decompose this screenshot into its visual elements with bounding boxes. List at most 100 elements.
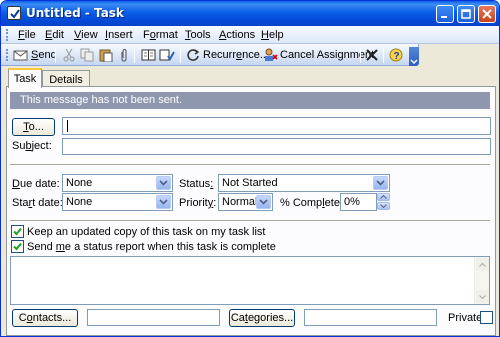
toolbar-options-button[interactable] [409, 47, 419, 66]
cut-button[interactable] [62, 47, 76, 63]
status-label: Status: [179, 178, 214, 190]
divider [10, 164, 490, 166]
close-button[interactable] [478, 5, 496, 23]
delete-button[interactable] [366, 47, 378, 63]
menu-tools[interactable]: Tools [185, 29, 211, 41]
notes-scrollbar[interactable] [474, 257, 489, 304]
menu-bar: File Edit View Insert Format Tools Actio… [1, 26, 499, 44]
copy-icon [80, 48, 94, 62]
notes-textarea[interactable] [10, 256, 490, 305]
chevron-down-icon [410, 59, 418, 64]
contacts-field[interactable] [87, 309, 220, 326]
chevron-down-icon[interactable] [373, 176, 388, 190]
recurrence-icon [187, 49, 200, 61]
task-window: Untitled - Task File Edit View Insert Fo… [0, 0, 500, 337]
cancel-assignment-button[interactable]: Cancel Assignment [264, 47, 374, 63]
paste-icon [99, 49, 113, 62]
status-report-label: Send me a status report when this task i… [27, 241, 276, 253]
menu-grip[interactable] [6, 29, 8, 41]
to-button-label: o... [28, 121, 44, 133]
percent-complete-spinner[interactable] [377, 193, 390, 211]
categories-button[interactable]: Categories... [229, 309, 295, 327]
send-icon [13, 50, 28, 61]
chevron-down-icon[interactable] [156, 176, 171, 190]
recurrence-label: Recurr [203, 49, 237, 61]
menu-file[interactable]: File [18, 29, 36, 41]
check-names-button[interactable] [159, 47, 175, 63]
due-date-label: Due date: [12, 178, 60, 190]
help-button[interactable]: ? [389, 47, 403, 63]
spin-up-icon[interactable] [377, 193, 390, 201]
menu-actions[interactable]: Actions [219, 29, 255, 41]
contacts-button[interactable]: Contacts... [12, 309, 78, 327]
categories-field[interactable] [304, 309, 437, 326]
percent-complete-field[interactable]: 0% [340, 193, 377, 211]
scroll-down-icon[interactable] [476, 290, 489, 303]
menu-format[interactable]: Format [143, 29, 178, 41]
status-dropdown[interactable]: Not Started [218, 174, 390, 192]
subject-label: Subject: [12, 140, 52, 152]
keep-copy-checkbox[interactable] [11, 225, 24, 238]
title-bar[interactable]: Untitled - Task [1, 1, 499, 26]
menu-view[interactable]: View [74, 29, 98, 41]
address-book-button[interactable] [141, 47, 156, 63]
text-cursor [67, 120, 68, 132]
divider [10, 220, 490, 222]
paste-button[interactable] [99, 47, 113, 63]
attach-button[interactable] [119, 47, 129, 63]
window-title: Untitled - Task [26, 6, 124, 20]
priority-label: Priority: [179, 197, 217, 209]
priority-value: Normal [222, 196, 258, 208]
start-date-label: Start date: [12, 197, 63, 209]
subject-field[interactable] [62, 138, 491, 155]
minimize-button[interactable] [436, 5, 454, 23]
svg-text:?: ? [394, 51, 400, 62]
check-names-icon [159, 49, 175, 61]
tab-task[interactable]: Task [8, 68, 42, 88]
help-icon: ? [389, 48, 403, 62]
toolbar-separator [360, 47, 361, 63]
status-value: Not Started [222, 177, 278, 189]
contacts-button-label: C [18, 312, 27, 324]
status-report-checkbox[interactable] [11, 240, 24, 253]
percent-complete-label: % Complete: [280, 197, 343, 209]
info-bar: This message has not been sent. [10, 92, 490, 109]
maximize-button[interactable] [457, 5, 475, 23]
toolbar-separator [134, 47, 135, 63]
tab-details-label: Details [49, 73, 83, 86]
address-book-icon [141, 49, 156, 61]
chevron-down-icon[interactable] [256, 195, 271, 209]
scroll-up-icon[interactable] [476, 258, 489, 271]
toolbar-grip[interactable] [6, 49, 8, 61]
recurrence-button[interactable]: Recurrence... [186, 47, 269, 63]
menu-edit[interactable]: Edit [45, 29, 64, 41]
categories-button-rest: egories... [247, 312, 294, 324]
spin-down-icon[interactable] [377, 202, 390, 210]
menu-help[interactable]: Help [261, 29, 284, 41]
send-button[interactable]: Send [13, 47, 57, 63]
chevron-down-icon[interactable] [156, 195, 171, 209]
send-label: end [38, 49, 57, 61]
start-date-value: None [66, 196, 93, 208]
tab-task-label: Task [13, 73, 37, 85]
toolbar-separator [55, 47, 56, 63]
delete-icon [366, 49, 378, 61]
maximize-icon [461, 9, 471, 19]
priority-dropdown[interactable]: Normal [218, 193, 273, 211]
to-button[interactable]: To... [12, 118, 55, 136]
due-date-value: None [66, 177, 93, 189]
private-label: Private [448, 312, 483, 324]
copy-button[interactable] [80, 47, 94, 63]
attach-icon [121, 48, 127, 62]
menu-insert[interactable]: Insert [105, 29, 133, 41]
task-checkbox-icon [7, 6, 21, 20]
minimize-icon [441, 16, 447, 18]
keep-copy-label: Keep an updated copy of this task on my … [27, 226, 266, 238]
private-checkbox[interactable] [480, 311, 493, 324]
due-date-dropdown[interactable]: None [62, 174, 173, 192]
to-field[interactable] [62, 117, 491, 135]
start-date-dropdown[interactable]: None [62, 193, 173, 211]
close-icon [482, 9, 492, 19]
standard-toolbar: Send Recurrence... Cancel Assignment ? [1, 44, 419, 66]
checkmark-icon [13, 227, 22, 236]
